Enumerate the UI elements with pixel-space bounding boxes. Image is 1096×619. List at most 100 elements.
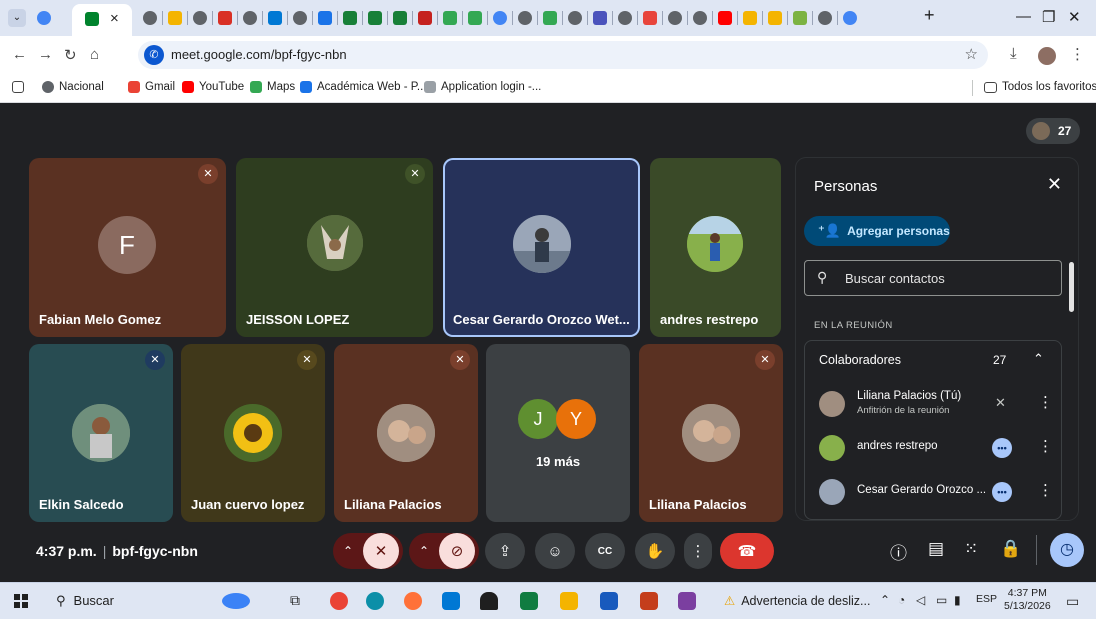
tab-icon[interactable] [768, 11, 782, 25]
tab-icon[interactable] [418, 11, 432, 25]
language-indicator[interactable]: ESP [976, 593, 997, 605]
task-view-icon[interactable]: ⧉ [290, 592, 308, 610]
bookmark-star-icon[interactable]: ☆ [965, 45, 978, 63]
apps-grid-icon[interactable] [12, 81, 29, 93]
volume-icon[interactable]: ◁ [916, 593, 925, 607]
bookmark-gmail[interactable]: Gmail [128, 81, 175, 93]
bookmark-maps[interactable]: Maps [250, 81, 295, 93]
tray-chevron-icon[interactable]: ⌃ [880, 593, 890, 607]
participant-tile[interactable]: ✕ F Fabian Melo Gomez [29, 158, 226, 337]
address-bar[interactable]: ✆ meet.google.com/bpf-fgyc-nbn ☆ [138, 41, 988, 69]
bookmark-application-login[interactable]: Application login -... [424, 81, 541, 93]
hang-up-icon[interactable]: ☎ [720, 533, 774, 569]
tab-icon[interactable] [568, 11, 582, 25]
edge-icon[interactable] [366, 592, 384, 610]
mic-options-chevron-icon[interactable]: ⌃ [343, 544, 353, 558]
tab-search-icon[interactable]: ⌄ [8, 9, 26, 27]
profile-avatar[interactable] [1038, 47, 1056, 65]
participant-tile[interactable]: ✕ Liliana Palacios [639, 344, 783, 522]
windows-start-icon[interactable] [14, 594, 28, 608]
google-tab-icon[interactable] [843, 11, 857, 25]
participants-indicator[interactable]: 27 [1026, 118, 1080, 144]
tab-icon[interactable] [268, 11, 282, 25]
participant-tile-active[interactable]: Cesar Gerardo Orozco Wet... [443, 158, 640, 337]
home-icon[interactable]: ⌂ [90, 46, 99, 63]
bookmark-nacional[interactable]: Nacional [42, 81, 104, 93]
app-icon[interactable] [678, 592, 696, 610]
activities-icon[interactable]: ⁙ [964, 539, 978, 559]
more-options-icon[interactable]: ⋮ [1038, 393, 1053, 411]
back-icon[interactable]: ← [12, 46, 27, 63]
tab-icon[interactable] [793, 11, 807, 25]
minimize-icon[interactable]: — [1016, 8, 1031, 25]
tab-icon[interactable] [143, 11, 157, 25]
mic-off-icon[interactable]: ✕ [363, 533, 399, 569]
emoji-reaction-icon[interactable]: ☺ [535, 533, 575, 569]
panel-scrollbar[interactable] [1069, 262, 1074, 312]
tab-icon[interactable] [243, 11, 257, 25]
tab-icon[interactable] [693, 11, 707, 25]
participant-tile[interactable]: ✕ Liliana Palacios [334, 344, 478, 522]
wifi-icon[interactable]: ◔ [898, 593, 905, 607]
download-icon[interactable]: ⤓ [1010, 45, 1017, 62]
google-tab-icon[interactable] [37, 11, 51, 25]
close-window-icon[interactable]: ✕ [1068, 8, 1081, 26]
tab-icon[interactable] [643, 11, 657, 25]
timer-icon[interactable]: ◷ [1050, 533, 1084, 567]
person-row[interactable]: andres restrepo ••• ⋮ [805, 427, 1061, 467]
sheets-tab-icon[interactable] [393, 11, 407, 25]
meeting-details-icon[interactable]: ⓘ [890, 539, 907, 564]
person-row[interactable]: Cesar Gerardo Orozco ... ••• ⋮ [805, 471, 1061, 511]
powerpoint-icon[interactable] [640, 592, 658, 610]
teams-tab-icon[interactable] [593, 11, 607, 25]
tab-icon[interactable] [543, 11, 557, 25]
captions-icon[interactable]: CC [585, 533, 625, 569]
present-screen-icon[interactable]: ⇪ [485, 533, 525, 569]
close-tab-icon[interactable]: × [110, 10, 119, 27]
taskbar-search[interactable]: ⚲ Buscar [56, 593, 114, 609]
tab-icon[interactable] [668, 11, 682, 25]
all-bookmarks[interactable]: Todos los favoritos [984, 81, 1096, 93]
excel-icon[interactable] [520, 592, 538, 610]
bookmark-academica[interactable]: Académica Web - P... [300, 81, 427, 93]
raise-hand-icon[interactable]: ✋ [635, 533, 675, 569]
notifications-icon[interactable]: ▭ [1066, 593, 1079, 610]
site-info-icon[interactable]: ✆ [144, 45, 164, 65]
security-icon[interactable] [480, 592, 498, 610]
sheets-tab-icon[interactable] [343, 11, 357, 25]
tab-icon[interactable] [168, 11, 182, 25]
host-controls-icon[interactable]: 🔒 [1000, 539, 1021, 559]
taskbar-clock[interactable]: 4:37 PM 5/13/2026 [1004, 587, 1051, 613]
mic-off-icon[interactable]: ✕ [995, 395, 1006, 411]
new-tab-button[interactable]: + [924, 5, 935, 26]
youtube-tab-icon[interactable] [718, 11, 732, 25]
search-contacts-input[interactable]: ⚲ Buscar contactos [804, 260, 1062, 296]
camera-options-chevron-icon[interactable]: ⌃ [419, 544, 429, 558]
tab-icon[interactable] [818, 11, 832, 25]
tab-icon[interactable] [743, 11, 757, 25]
pdf-tab-icon[interactable] [218, 11, 232, 25]
battery-icon[interactable]: ▭ [936, 593, 947, 607]
forward-icon[interactable]: → [38, 46, 53, 63]
chrome-icon[interactable] [330, 592, 348, 610]
reload-icon[interactable]: ↻ [64, 46, 77, 64]
participant-tile[interactable]: ✕ Juan cuervo lopez [181, 344, 325, 522]
tab-icon[interactable] [293, 11, 307, 25]
participant-tile[interactable]: ✕ Elkin Salcedo [29, 344, 173, 522]
participant-tile[interactable]: ✕ JEISSON LOPEZ [236, 158, 433, 337]
tab-icon[interactable] [518, 11, 532, 25]
participant-tile[interactable]: andres restrepo [650, 158, 781, 337]
add-people-button[interactable]: ⁺👤 Agregar personas [804, 216, 950, 246]
chevron-up-icon[interactable]: ⌃ [1033, 351, 1044, 367]
more-participants-tile[interactable]: J Y 19 más [486, 344, 630, 522]
firefox-icon[interactable] [404, 592, 422, 610]
google-tab-icon[interactable] [493, 11, 507, 25]
microphone-icon[interactable]: ▮ [954, 593, 961, 607]
more-options-icon[interactable]: ⋮ [684, 533, 712, 569]
tab-icon[interactable] [618, 11, 632, 25]
tab-icon[interactable] [468, 11, 482, 25]
restore-icon[interactable]: ❐ [1042, 8, 1055, 26]
bookmark-youtube[interactable]: YouTube [182, 81, 244, 93]
cloud-tab-icon[interactable] [318, 11, 332, 25]
browser-menu-icon[interactable]: ⋮ [1070, 45, 1085, 63]
